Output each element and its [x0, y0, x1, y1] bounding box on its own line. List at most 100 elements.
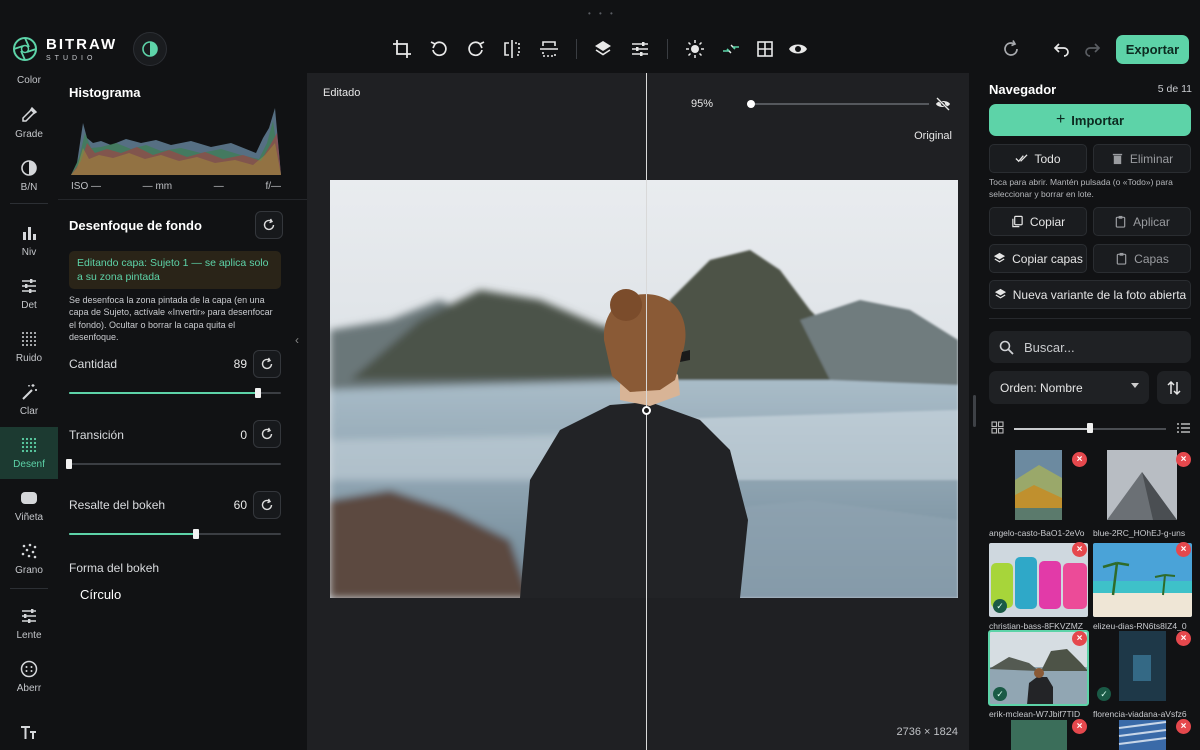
amount-slider[interactable]	[69, 388, 281, 398]
brightness-icon	[686, 40, 704, 58]
layers-button[interactable]	[591, 37, 615, 61]
rail-item-text[interactable]	[0, 723, 58, 743]
rail-divider	[10, 203, 48, 204]
slider-handle[interactable]	[193, 529, 199, 539]
remove-thumbnail-icon[interactable]: ×	[1072, 631, 1087, 646]
zoom-slider[interactable]	[747, 103, 929, 105]
list-view-icon[interactable]	[1177, 422, 1190, 434]
section-title: Desenfoque de fondo	[69, 218, 202, 233]
rail-item-noise[interactable]: Ruido	[0, 329, 58, 364]
undo-button[interactable]	[1049, 37, 1073, 61]
rotate-left-button[interactable]	[427, 37, 451, 61]
thumbnail-item[interactable]: angelo-casto-BaO1-2eVo ×	[989, 450, 1088, 538]
new-variant-label: Nueva variante de la foto abierta	[1012, 287, 1187, 302]
bokeh-shape-label: Forma del bokeh	[69, 561, 160, 575]
redo-button[interactable]	[1081, 37, 1105, 61]
rail-item-grain[interactable]: Grano	[0, 541, 58, 576]
aperture-logo-icon	[13, 37, 37, 61]
compare-split-handle[interactable]	[642, 406, 651, 415]
thumbnail-name: christian-bass-8FKVZMZ	[989, 621, 1083, 631]
select-all-button[interactable]: Todo	[989, 144, 1087, 173]
rail-item-blur[interactable]: Desenf	[0, 427, 58, 479]
apply-label: Aplicar	[1133, 214, 1170, 229]
thumbnail-item[interactable]: ×	[989, 718, 1088, 750]
double-check-icon	[1015, 154, 1029, 163]
rail-item-bw[interactable]: B/N	[0, 158, 58, 193]
grid-small-icon[interactable]	[991, 421, 1004, 434]
rail-item-clarity[interactable]: Clar	[0, 382, 58, 417]
rail-item-color[interactable]: Color	[0, 73, 58, 89]
toolbar-divider	[667, 39, 668, 59]
thumbnail-item[interactable]: elizeu-dias-RN6ts8IZ4_0 ×	[1093, 542, 1192, 631]
section-reset-button[interactable]	[255, 211, 283, 239]
sort-direction-button[interactable]	[1157, 371, 1191, 404]
delete-button[interactable]: Eliminar	[1093, 144, 1191, 173]
rail-item-lens[interactable]: Lente	[0, 606, 58, 641]
aberration-icon	[19, 659, 39, 679]
import-button[interactable]: + Importar	[989, 104, 1191, 136]
adjustments-button[interactable]	[628, 37, 652, 61]
flip-vertical-button[interactable]	[537, 37, 561, 61]
remove-thumbnail-icon[interactable]: ×	[1176, 719, 1191, 734]
bokeh-highlight-slider[interactable]	[69, 529, 281, 539]
layer-notice: Editando capa: Sujeto 1 — se aplica solo…	[69, 251, 281, 289]
transition-value: 0	[240, 428, 247, 442]
rail-label: Aberr	[16, 683, 42, 694]
panel-resize-handle[interactable]	[973, 395, 976, 427]
preview-button[interactable]	[786, 37, 810, 61]
thumbnail-item[interactable]: ✓ christian-bass-8FKVZMZ ×	[989, 542, 1088, 631]
remove-thumbnail-icon[interactable]: ×	[1176, 542, 1191, 557]
remove-thumbnail-icon[interactable]: ×	[1176, 631, 1191, 646]
remove-thumbnail-icon[interactable]: ×	[1176, 452, 1191, 467]
copy-layers-button[interactable]: Copiar capas	[989, 244, 1087, 273]
crop-button[interactable]	[390, 37, 414, 61]
rail-item-detail[interactable]: Det	[0, 276, 58, 311]
import-label: Importar	[1071, 112, 1125, 128]
transition-slider[interactable]	[66, 459, 281, 469]
theme-toggle-button[interactable]	[133, 32, 167, 66]
apply-button[interactable]: Aplicar	[1093, 207, 1191, 236]
rotate-right-button[interactable]	[464, 37, 488, 61]
rail-item-aberration[interactable]: Aberr	[0, 659, 58, 694]
search-input[interactable]	[1024, 339, 1174, 355]
remove-thumbnail-icon[interactable]: ×	[1072, 452, 1087, 467]
thumbnail-item[interactable]: ✓ florencia-viadana-aVsfz6 ×	[1093, 631, 1192, 719]
slider-handle[interactable]	[255, 388, 261, 398]
thumbnail-item[interactable]: blue-2RC_HOhEJ-g-uns ×	[1093, 450, 1192, 538]
slider-handle[interactable]	[1087, 423, 1093, 433]
rail-item-vignette[interactable]: Viñeta	[0, 488, 58, 523]
thumbnail-item[interactable]: ×	[1093, 718, 1192, 750]
slider-handle[interactable]	[66, 459, 72, 469]
eye-off-icon[interactable]	[935, 97, 951, 111]
grid-button[interactable]	[753, 37, 777, 61]
remove-thumbnail-icon[interactable]: ×	[1072, 542, 1087, 557]
transition-reset-button[interactable]	[253, 420, 281, 448]
copy-button[interactable]: Copiar	[989, 207, 1087, 236]
thumbnail-item[interactable]: ✓ erik-mclean-W7Jbif7TID ×	[988, 630, 1089, 719]
clipboard-icon	[1116, 252, 1127, 265]
compare-button[interactable]	[719, 37, 743, 61]
amount-reset-button[interactable]	[253, 350, 281, 378]
rail-item-levels[interactable]: Niv	[0, 223, 58, 258]
search-box[interactable]	[989, 331, 1191, 363]
zoom-slider-handle[interactable]	[747, 100, 755, 108]
image-canvas[interactable]: Editado Original 95% 2736 × 1824	[307, 73, 969, 750]
bokeh-shape-select[interactable]: Círculo	[80, 587, 121, 602]
rail-item-grade[interactable]: Grade	[0, 105, 58, 140]
auto-light-button[interactable]	[683, 37, 707, 61]
paste-layers-button[interactable]: Capas	[1093, 244, 1191, 273]
flip-horizontal-button[interactable]	[500, 37, 524, 61]
remove-thumbnail-icon[interactable]: ×	[1072, 719, 1087, 734]
window-handle-icon[interactable]: • • •	[588, 9, 616, 18]
eye-icon	[789, 44, 807, 54]
edited-badge-icon: ✓	[1097, 687, 1111, 701]
app-logo: BITRAW STUDIO	[12, 36, 117, 62]
new-variant-button[interactable]: Nueva variante de la foto abierta	[989, 280, 1191, 309]
export-button[interactable]: Exportar	[1116, 35, 1189, 64]
bokeh-highlight-reset-button[interactable]	[253, 491, 281, 519]
sort-select[interactable]: Orden: Nombre	[989, 371, 1149, 404]
rotate-left-icon	[430, 41, 447, 57]
reset-all-button[interactable]	[999, 37, 1023, 61]
exif-focal-length: — mm	[142, 181, 173, 192]
collapse-panel-icon[interactable]: ‹	[295, 333, 299, 347]
